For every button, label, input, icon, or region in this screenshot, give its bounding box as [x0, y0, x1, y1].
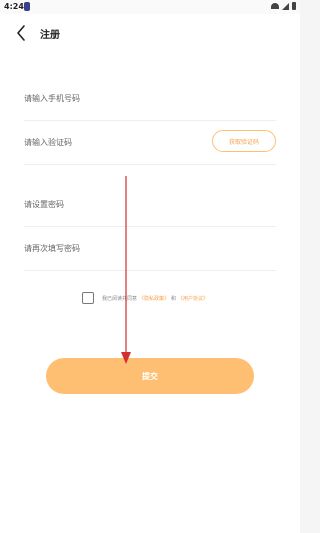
signal-icon	[282, 2, 289, 10]
submit-button[interactable]: 提交	[46, 358, 254, 394]
status-time: 4:24	[4, 2, 24, 11]
password-input[interactable]	[24, 194, 204, 214]
page-title: 注册	[40, 30, 60, 41]
agreement-and: 和	[171, 295, 177, 302]
user-agreement-link[interactable]: 《用户协议》	[178, 295, 208, 302]
annotation-arrow-icon	[121, 176, 131, 364]
battery-icon	[292, 2, 296, 10]
password-confirm-input[interactable]	[24, 238, 204, 258]
top-bar: 注册	[0, 14, 300, 52]
back-button[interactable]	[10, 21, 34, 45]
code-row: 获取验证码	[24, 120, 276, 165]
status-bar: 4:24	[0, 0, 300, 14]
app-notification-icon	[24, 2, 30, 11]
agreement: 我已阅读并同意 《隐私政策》 和 《用户协议》	[82, 290, 282, 306]
phone-input[interactable]	[24, 88, 204, 108]
phone-row	[24, 76, 276, 121]
password-row	[24, 182, 276, 227]
wifi-icon	[271, 3, 279, 9]
agreement-checkbox[interactable]	[82, 292, 94, 304]
privacy-policy-link[interactable]: 《隐私政策》	[139, 295, 169, 302]
get-code-button[interactable]: 获取验证码	[212, 130, 276, 152]
register-form: 获取验证码 我已阅读并同意 《隐私政策》 和 《用户协议》 提交	[0, 52, 300, 533]
password-confirm-row	[24, 226, 276, 271]
chevron-left-icon	[17, 25, 25, 41]
status-icons	[271, 2, 296, 10]
verification-code-input[interactable]	[24, 132, 204, 152]
